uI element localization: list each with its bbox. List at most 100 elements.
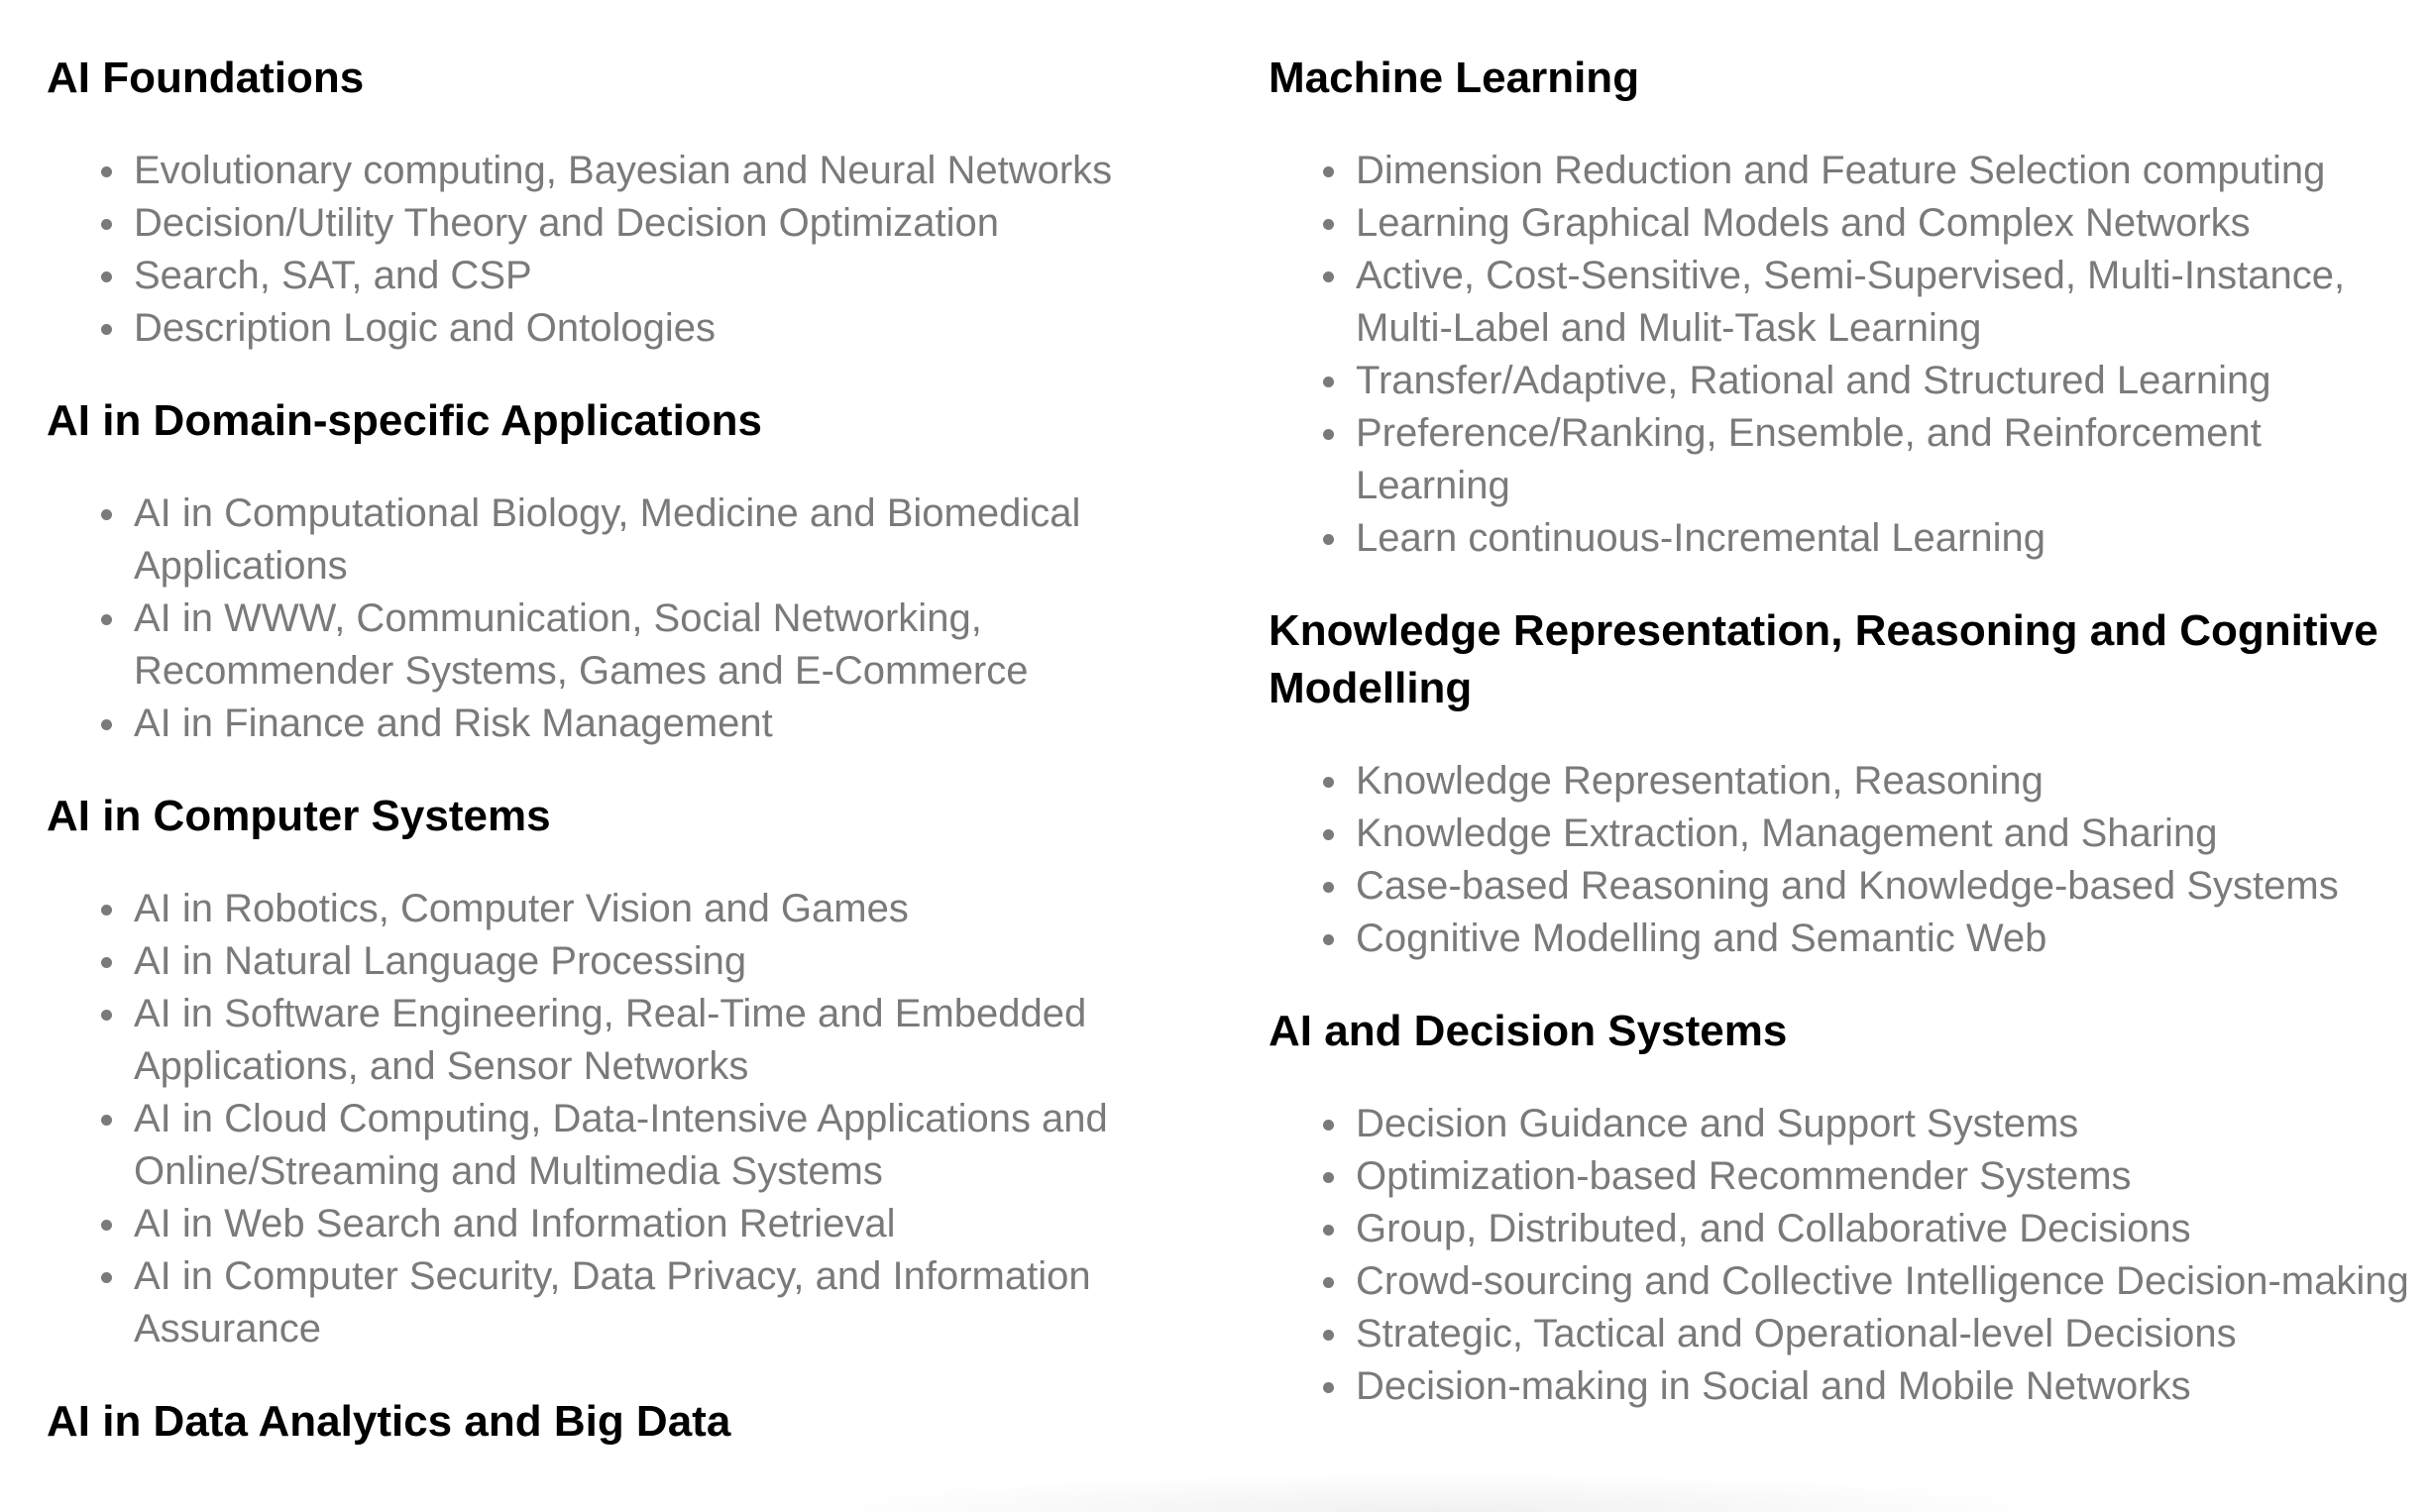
list-item: Optimization-based Recommender Systems: [1323, 1150, 2418, 1203]
bottom-shadow: [793, 1472, 2081, 1512]
right-column: Machine Learning Dimension Reduction and…: [1269, 50, 2418, 1451]
list-item: Case-based Reasoning and Knowledge-based…: [1323, 860, 2418, 913]
bullet-icon: [101, 219, 112, 230]
section-ai-foundations: AI Foundations Evolutionary computing, B…: [47, 50, 1196, 355]
list-item: Knowledge Representation, Reasoning: [1323, 755, 2418, 808]
bullet-icon: [101, 614, 112, 625]
list-item: Dimension Reduction and Feature Selectio…: [1323, 145, 2418, 197]
bullet-icon: [101, 1272, 112, 1283]
list-item-text: Knowledge Representation, Reasoning: [1356, 759, 2044, 803]
list-item-text: Knowledge Extraction, Management and Sha…: [1356, 811, 2218, 855]
bullet-icon: [1323, 777, 1334, 788]
list-item-text: Decision Guidance and Support Systems: [1356, 1102, 2079, 1145]
list-item: AI in Robotics, Computer Vision and Game…: [101, 883, 1196, 935]
list-item-text: Learning Graphical Models and Complex Ne…: [1356, 201, 2251, 245]
section-ai-data-analytics: AI in Data Analytics and Big Data: [47, 1393, 1196, 1451]
section-ai-decision-systems: AI and Decision Systems Decision Guidanc…: [1269, 1003, 2418, 1413]
bullet-icon: [101, 719, 112, 730]
list-item: AI in WWW, Communication, Social Network…: [101, 593, 1196, 698]
left-column: AI Foundations Evolutionary computing, B…: [47, 50, 1196, 1488]
list-item-text: Preference/Ranking, Ensemble, and Reinfo…: [1356, 411, 2262, 507]
list-item: Crowd-sourcing and Collective Intelligen…: [1323, 1255, 2418, 1308]
list-item: Decision-making in Social and Mobile Net…: [1323, 1360, 2418, 1413]
list-item: AI in Computational Biology, Medicine an…: [101, 487, 1196, 593]
list-item: Transfer/Adaptive, Rational and Structur…: [1323, 355, 2418, 407]
section-ai-domain-applications: AI in Domain-specific Applications AI in…: [47, 392, 1196, 750]
list-item: AI in Computer Security, Data Privacy, a…: [101, 1250, 1196, 1355]
list-item-text: Crowd-sourcing and Collective Intelligen…: [1356, 1259, 2409, 1303]
bullet-icon: [1323, 1225, 1334, 1236]
list-item: Knowledge Extraction, Management and Sha…: [1323, 808, 2418, 860]
list-item-text: AI in Cloud Computing, Data-Intensive Ap…: [134, 1097, 1108, 1193]
section-knowledge-representation: Knowledge Representation, Reasoning and …: [1269, 602, 2418, 965]
bullet-icon: [101, 271, 112, 282]
topic-list: AI in Computational Biology, Medicine an…: [47, 487, 1196, 750]
list-item-text: Case-based Reasoning and Knowledge-based…: [1356, 864, 2339, 908]
list-item-text: Dimension Reduction and Feature Selectio…: [1356, 149, 2326, 192]
list-item: Search, SAT, and CSP: [101, 250, 1196, 302]
topic-list: Knowledge Representation, Reasoning Know…: [1269, 755, 2418, 965]
list-item-text: Decision-making in Social and Mobile Net…: [1356, 1364, 2191, 1408]
bullet-icon: [1323, 1120, 1334, 1131]
list-item: AI in Natural Language Processing: [101, 935, 1196, 988]
bullet-icon: [1323, 534, 1334, 545]
list-item: Decision/Utility Theory and Decision Opt…: [101, 197, 1196, 250]
bullet-icon: [1323, 1172, 1334, 1183]
list-item-text: AI in Software Engineering, Real-Time an…: [134, 992, 1087, 1088]
topic-list: Evolutionary computing, Bayesian and Neu…: [47, 145, 1196, 355]
list-item: AI in Web Search and Information Retriev…: [101, 1198, 1196, 1250]
section-title: AI in Domain-specific Applications: [47, 396, 763, 445]
section-ai-computer-systems: AI in Computer Systems AI in Robotics, C…: [47, 788, 1196, 1355]
list-item: Cognitive Modelling and Semantic Web: [1323, 913, 2418, 965]
list-item: AI in Cloud Computing, Data-Intensive Ap…: [101, 1093, 1196, 1198]
list-item-text: Decision/Utility Theory and Decision Opt…: [134, 201, 999, 245]
list-item-text: AI in Computational Biology, Medicine an…: [134, 491, 1081, 588]
bullet-icon: [1323, 934, 1334, 945]
list-item-text: AI in Computer Security, Data Privacy, a…: [134, 1254, 1091, 1350]
list-item: Decision Guidance and Support Systems: [1323, 1098, 2418, 1150]
section-title: Machine Learning: [1269, 54, 1640, 102]
list-item: Evolutionary computing, Bayesian and Neu…: [101, 145, 1196, 197]
list-item: Group, Distributed, and Collaborative De…: [1323, 1203, 2418, 1255]
bullet-icon: [1323, 377, 1334, 387]
topic-list: Dimension Reduction and Feature Selectio…: [1269, 145, 2418, 565]
list-item: Description Logic and Ontologies: [101, 302, 1196, 355]
bullet-icon: [1323, 1277, 1334, 1288]
bullet-icon: [101, 166, 112, 177]
bullet-icon: [1323, 166, 1334, 177]
bullet-icon: [101, 1115, 112, 1126]
list-item-text: Strategic, Tactical and Operational-leve…: [1356, 1312, 2237, 1355]
list-item-text: AI in WWW, Communication, Social Network…: [134, 596, 1029, 693]
bullet-icon: [101, 905, 112, 916]
topic-list: AI in Robotics, Computer Vision and Game…: [47, 883, 1196, 1355]
list-item: AI in Finance and Risk Management: [101, 698, 1196, 750]
list-item: Learn continuous-Incremental Learning: [1323, 512, 2418, 565]
list-item-text: AI in Web Search and Information Retriev…: [134, 1202, 896, 1245]
section-title: AI in Data Analytics and Big Data: [47, 1397, 731, 1446]
section-title: AI and Decision Systems: [1269, 1007, 1788, 1055]
list-item-text: AI in Robotics, Computer Vision and Game…: [134, 887, 909, 930]
list-item-text: Search, SAT, and CSP: [134, 254, 532, 297]
list-item-text: Transfer/Adaptive, Rational and Structur…: [1356, 359, 2271, 402]
list-item: Learning Graphical Models and Complex Ne…: [1323, 197, 2418, 250]
section-machine-learning: Machine Learning Dimension Reduction and…: [1269, 50, 2418, 565]
bullet-icon: [101, 957, 112, 968]
bullet-icon: [1323, 829, 1334, 840]
bullet-icon: [1323, 271, 1334, 282]
list-item: Preference/Ranking, Ensemble, and Reinfo…: [1323, 407, 2418, 512]
list-item-text: Cognitive Modelling and Semantic Web: [1356, 917, 2047, 960]
bullet-icon: [101, 1220, 112, 1231]
list-item-text: AI in Natural Language Processing: [134, 939, 747, 983]
bullet-icon: [1323, 882, 1334, 893]
section-title: AI Foundations: [47, 54, 365, 102]
list-item-text: AI in Finance and Risk Management: [134, 702, 773, 745]
list-item-text: Evolutionary computing, Bayesian and Neu…: [134, 149, 1113, 192]
topic-list: Decision Guidance and Support Systems Op…: [1269, 1098, 2418, 1413]
bullet-icon: [101, 324, 112, 335]
list-item-text: Description Logic and Ontologies: [134, 306, 717, 350]
list-item-text: Optimization-based Recommender Systems: [1356, 1154, 2132, 1198]
bullet-icon: [1323, 1330, 1334, 1341]
bullet-icon: [1323, 219, 1334, 230]
list-item-text: Active, Cost-Sensitive, Semi-Supervised,…: [1356, 254, 2346, 350]
bullet-icon: [101, 1010, 112, 1021]
